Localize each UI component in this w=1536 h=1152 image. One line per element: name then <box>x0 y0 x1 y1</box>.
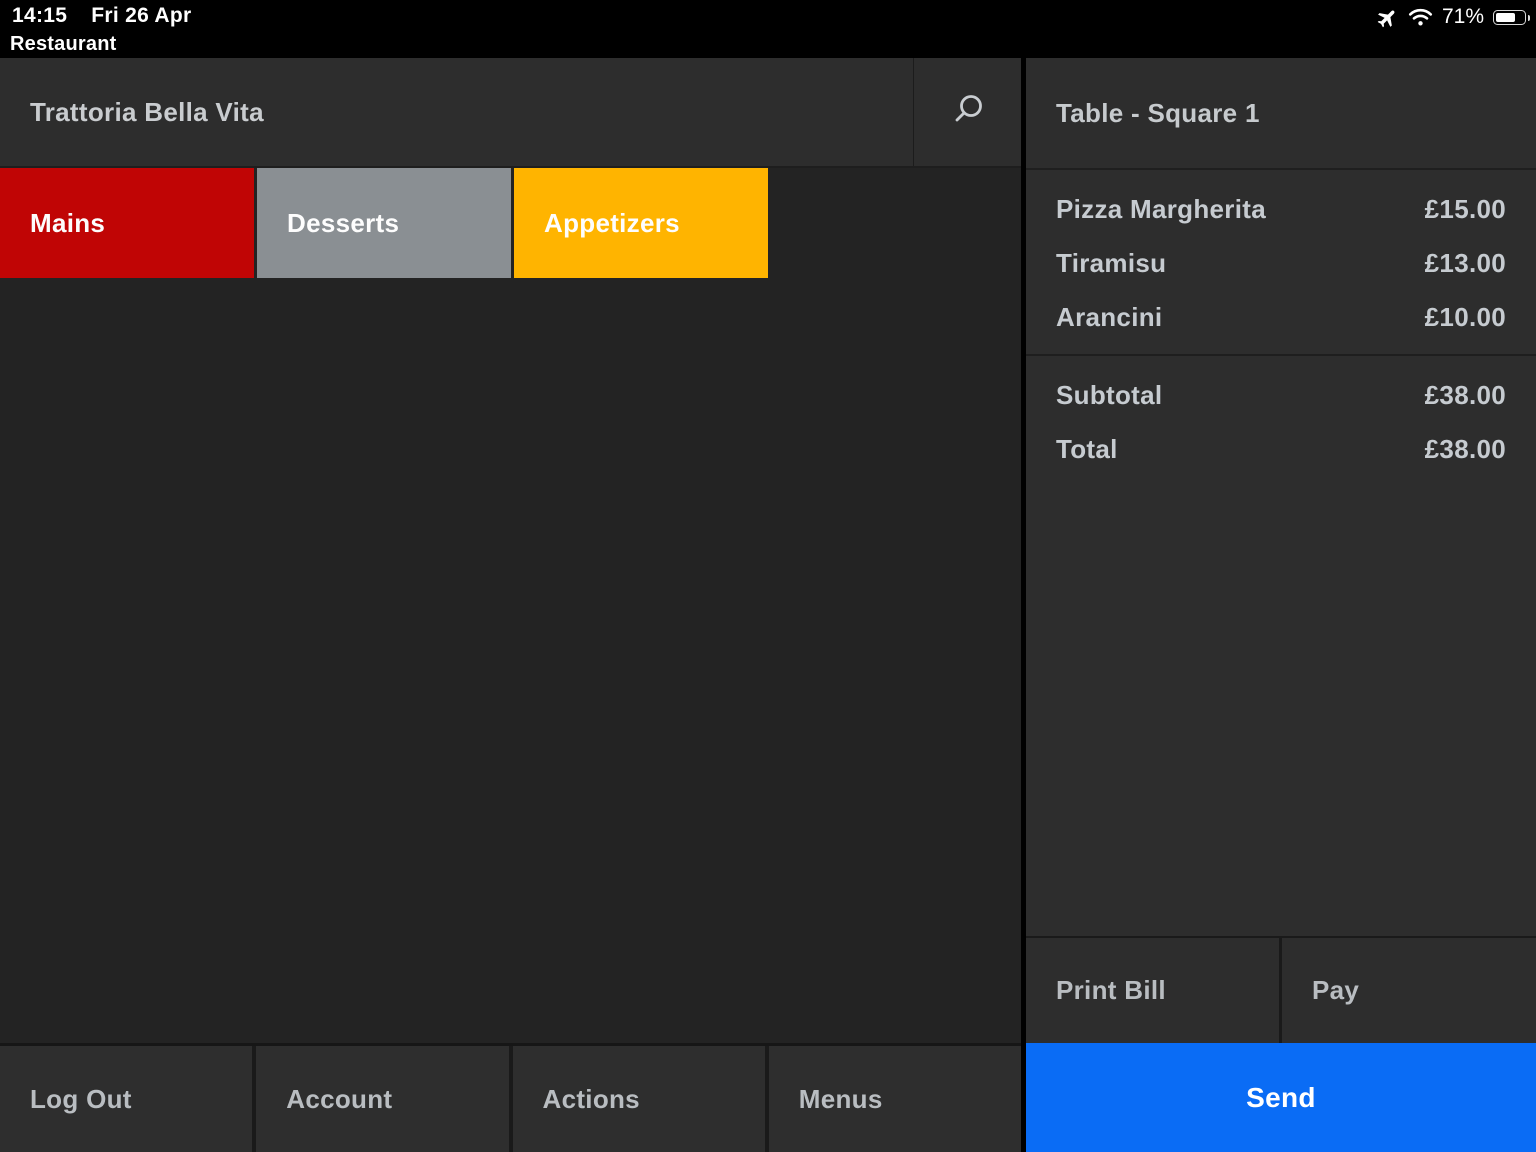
account-button[interactable]: Account <box>256 1046 509 1152</box>
pos-app-screen: 14:15 Fri 26 Apr Restaurant 71% Trattori… <box>0 0 1536 1152</box>
status-date: Fri 26 Apr <box>91 4 192 27</box>
order-item-row[interactable]: Tiramisu £13.00 <box>1026 236 1536 290</box>
order-item-row[interactable]: Arancini £10.00 <box>1026 290 1536 344</box>
subtotal-amount: £38.00 <box>1424 379 1506 410</box>
status-bar: 14:15 Fri 26 Apr Restaurant 71% <box>0 0 1536 58</box>
main-area: Trattoria Bella Vita Mains Desserts Appe… <box>0 58 1536 1152</box>
airplane-mode-icon <box>1377 6 1399 28</box>
menu-canvas: Mains Desserts Appetizers <box>0 168 1021 1043</box>
status-app-name: Restaurant <box>10 33 117 55</box>
send-button[interactable]: Send <box>1026 1043 1536 1152</box>
search-button[interactable] <box>913 58 1021 166</box>
order-panel-spacer <box>1026 476 1536 936</box>
category-label: Desserts <box>287 207 400 238</box>
venue-title: Trattoria Bella Vita <box>30 96 264 127</box>
menus-button[interactable]: Menus <box>768 1046 1021 1152</box>
item-price: £13.00 <box>1424 247 1506 278</box>
subtotal-label: Subtotal <box>1056 379 1163 410</box>
category-tile-mains[interactable]: Mains <box>0 168 254 278</box>
item-name: Arancini <box>1056 301 1163 332</box>
status-time: 14:15 <box>12 4 68 27</box>
item-price: £10.00 <box>1424 301 1506 332</box>
order-totals: Subtotal £38.00 Total £38.00 <box>1026 356 1536 476</box>
order-panel: Table - Square 1 Pizza Margherita £15.00… <box>1026 58 1536 1152</box>
total-row: Total £38.00 <box>1026 422 1536 476</box>
item-price: £15.00 <box>1424 193 1506 224</box>
total-amount: £38.00 <box>1424 433 1506 464</box>
print-bill-button[interactable]: Print Bill <box>1026 938 1279 1043</box>
wifi-icon <box>1408 8 1433 27</box>
category-tile-appetizers[interactable]: Appetizers <box>514 168 768 278</box>
status-indicators: 71% <box>1377 5 1530 29</box>
bottom-nav-bar: Log Out Account Actions Menus <box>0 1046 1021 1152</box>
battery-level-fill <box>1496 12 1515 22</box>
category-tile-desserts[interactable]: Desserts <box>257 168 511 278</box>
item-name: Pizza Margherita <box>1056 193 1266 224</box>
logout-button[interactable]: Log Out <box>0 1046 253 1152</box>
menu-section: Trattoria Bella Vita Mains Desserts Appe… <box>0 58 1021 1152</box>
category-label: Appetizers <box>544 207 680 238</box>
actions-button[interactable]: Actions <box>512 1046 765 1152</box>
category-label: Mains <box>30 207 106 238</box>
battery-icon <box>1493 9 1530 25</box>
battery-percent: 71% <box>1441 5 1484 28</box>
total-label: Total <box>1056 433 1118 464</box>
battery-nub <box>1527 14 1530 21</box>
item-name: Tiramisu <box>1056 247 1167 278</box>
table-title: Table - Square 1 <box>1026 58 1536 170</box>
status-time-date: 14:15 Fri 26 Apr <box>12 4 191 28</box>
order-item-list: Pizza Margherita £15.00 Tiramisu £13.00 … <box>1026 170 1536 344</box>
pay-button[interactable]: Pay <box>1282 938 1536 1043</box>
venue-header: Trattoria Bella Vita <box>0 58 1021 168</box>
subtotal-row: Subtotal £38.00 <box>1026 368 1536 422</box>
order-item-row[interactable]: Pizza Margherita £15.00 <box>1026 182 1536 236</box>
order-actions: Print Bill Pay <box>1026 936 1536 1043</box>
category-tabs: Mains Desserts Appetizers <box>0 168 1021 278</box>
magnifier-icon <box>949 91 987 134</box>
